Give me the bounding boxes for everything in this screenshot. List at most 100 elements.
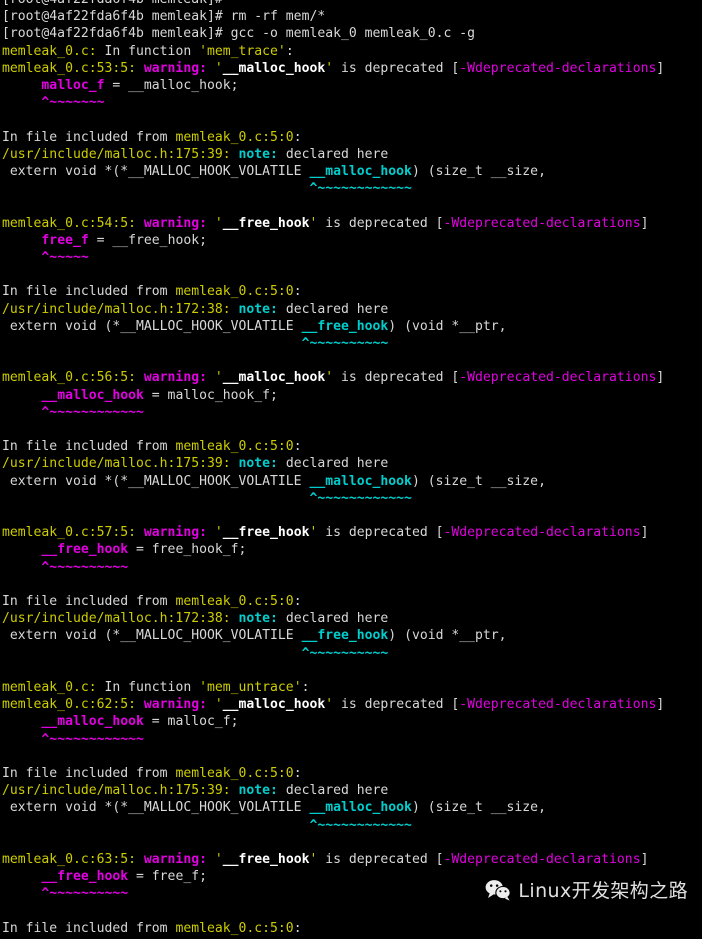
caret-marker: ^~~~~~~~~~~~~ (2, 404, 700, 421)
diagnostic-location: memleak_0.c:53:5: (2, 60, 137, 76)
bracket-close: ] (656, 60, 665, 76)
diagnostic-identifier: __malloc_hook (222, 697, 326, 713)
include-file: memleak_0.c:5:0 (175, 284, 294, 300)
include-text: In file included from (2, 439, 176, 455)
diagnostic-option: -Wdeprecated-declarations (443, 525, 641, 541)
caret-marks: ^~~~~~~~~~~~~ (309, 490, 412, 506)
include-file: memleak_0.c:5:0 (175, 439, 294, 455)
caret-indent (2, 181, 309, 196)
diagnostic-severity: note: (230, 611, 286, 627)
diagnostic-message: is deprecated (317, 215, 436, 231)
source-highlight: __free_hook (41, 869, 129, 885)
diagnostic-option: -Wdeprecated-declarations (459, 60, 657, 76)
source-highlight: free_f (41, 232, 89, 248)
source-suffix: = __free_hook; (88, 232, 207, 248)
caret-marker: ^~~~~~~~~~~~~ (2, 180, 700, 197)
shell-command: rm -rf mem/* (222, 9, 326, 25)
source-excerpt: extern void (*__MALLOC_HOOK_VOLATILE __f… (2, 627, 700, 644)
diagnostic-message: declared here (285, 456, 389, 472)
source-highlight: __malloc_hook (309, 800, 412, 816)
source-highlight: __free_hook (41, 542, 129, 558)
diagnostic-location: /usr/include/malloc.h:175:39: (2, 783, 231, 799)
source-highlight: __malloc_hook (309, 164, 412, 180)
diagnostic-function: 'mem_untrace' (199, 680, 302, 695)
source-excerpt: extern void *(*__MALLOC_HOOK_VOLATILE __… (2, 473, 700, 490)
caret-marker: ^~~~~~~~ (2, 94, 700, 111)
caret-marks: ^~~~~~~~~~~ (301, 645, 389, 661)
include-text: In file included from (2, 284, 176, 300)
include-file: memleak_0.c:5:0 (175, 594, 294, 609)
diagnostic-location: memleak_0.c:54:5: (2, 215, 137, 231)
source-suffix: = malloc_f; (143, 714, 239, 730)
include-file: memleak_0.c:5:0 (175, 129, 294, 145)
diagnostic-severity: warning: (136, 215, 215, 231)
diagnostic-location: memleak_0.c:62:5: (2, 697, 137, 713)
diagnostic-location: memleak_0.c:63:5: (2, 852, 137, 867)
source-highlight: __free_hook (301, 628, 389, 644)
caret-marks: ^~~~~~~~~~~ (301, 336, 389, 352)
caret-marks: ^~~~~~~~~~~ (41, 559, 129, 575)
diagnostic-note: /usr/include/malloc.h:175:39: note: decl… (2, 782, 700, 799)
include-tail: : (293, 594, 302, 609)
diagnostic-location: memleak_0.c:56:5: (2, 370, 137, 386)
caret-marker: ^~~~~~ (2, 249, 700, 266)
caret-indent (2, 886, 41, 901)
source-prefix: extern void (*__MALLOC_HOOK_VOLATILE (9, 318, 302, 334)
source-suffix: ) (void *__ptr, (388, 628, 507, 644)
diagnostic-warning: memleak_0.c:54:5: warning: '__free_hook'… (2, 215, 700, 232)
diagnostic-message: is deprecated (333, 370, 452, 386)
source-highlight: malloc_f (41, 78, 105, 94)
terminal-window[interactable]: [root@4af22fda6f4b memleak]#[root@4af22f… (0, 0, 702, 939)
diagnostic-identifier: __malloc_hook (222, 60, 326, 76)
terminal-output: [root@4af22fda6f4b memleak]#[root@4af22f… (0, 0, 702, 939)
source-indent (2, 542, 41, 557)
source-excerpt: extern void (*__MALLOC_HOOK_VOLATILE __f… (2, 318, 700, 335)
caret-marks: ^~~~~~~~~~~~~ (309, 181, 412, 197)
diagnostic-context: memleak_0.c: In function 'mem_untrace': (2, 679, 700, 696)
caret-marker: ^~~~~~~~~~~ (2, 335, 700, 352)
quote-open: ' (214, 525, 223, 541)
bracket-open: [ (435, 852, 444, 867)
diagnostic-severity: warning: (136, 525, 215, 541)
source-suffix: ) (size_t __size, (411, 473, 546, 489)
source-indent (2, 319, 10, 334)
diagnostic-location: /usr/include/malloc.h:175:39: (2, 456, 231, 472)
source-highlight: __free_hook (301, 318, 389, 334)
source-excerpt: extern void *(*__MALLOC_HOOK_VOLATILE __… (2, 163, 700, 180)
source-indent (2, 714, 41, 729)
bracket-close: ] (640, 215, 649, 231)
diagnostic-message: declared here (285, 301, 389, 317)
source-highlight: __malloc_hook (309, 473, 412, 489)
bracket-close: ] (640, 852, 649, 867)
quote-open: ' (214, 852, 223, 867)
caret-marker: ^~~~~~~~~~~ (2, 885, 700, 902)
diagnostic-location: /usr/include/malloc.h:175:39: (2, 146, 231, 162)
caret-marks: ^~~~~~ (41, 250, 89, 266)
diagnostic-include-trace: In file included from memleak_0.c:5:0: (2, 129, 700, 146)
diagnostic-option: -Wdeprecated-declarations (459, 370, 657, 386)
diagnostic-note: /usr/include/malloc.h:172:38: note: decl… (2, 610, 700, 627)
source-indent (2, 628, 10, 643)
caret-indent (2, 732, 41, 747)
quote-close: ' (325, 370, 334, 386)
caret-marks: ^~~~~~~~~~~ (41, 886, 129, 902)
quote-open: ' (214, 697, 223, 713)
source-prefix: extern void *(*__MALLOC_HOOK_VOLATILE (9, 800, 310, 816)
caret-indent (2, 560, 41, 575)
diagnostic-message: is deprecated (333, 60, 452, 76)
source-excerpt: extern void *(*__MALLOC_HOOK_VOLATILE __… (2, 799, 700, 816)
caret-marks: ^~~~~~~~~~~~~ (41, 404, 144, 420)
diagnostic-warning: memleak_0.c:62:5: warning: '__malloc_hoo… (2, 696, 700, 713)
diagnostic-warning: memleak_0.c:63:5: warning: '__free_hook'… (2, 851, 700, 868)
source-indent (2, 233, 41, 248)
quote-open: ' (214, 370, 223, 386)
diagnostic-text: In function (96, 43, 200, 59)
source-indent (2, 78, 41, 93)
diagnostic-identifier: __free_hook (222, 525, 310, 541)
diagnostic-identifier: __free_hook (222, 215, 310, 231)
source-indent (2, 800, 10, 815)
